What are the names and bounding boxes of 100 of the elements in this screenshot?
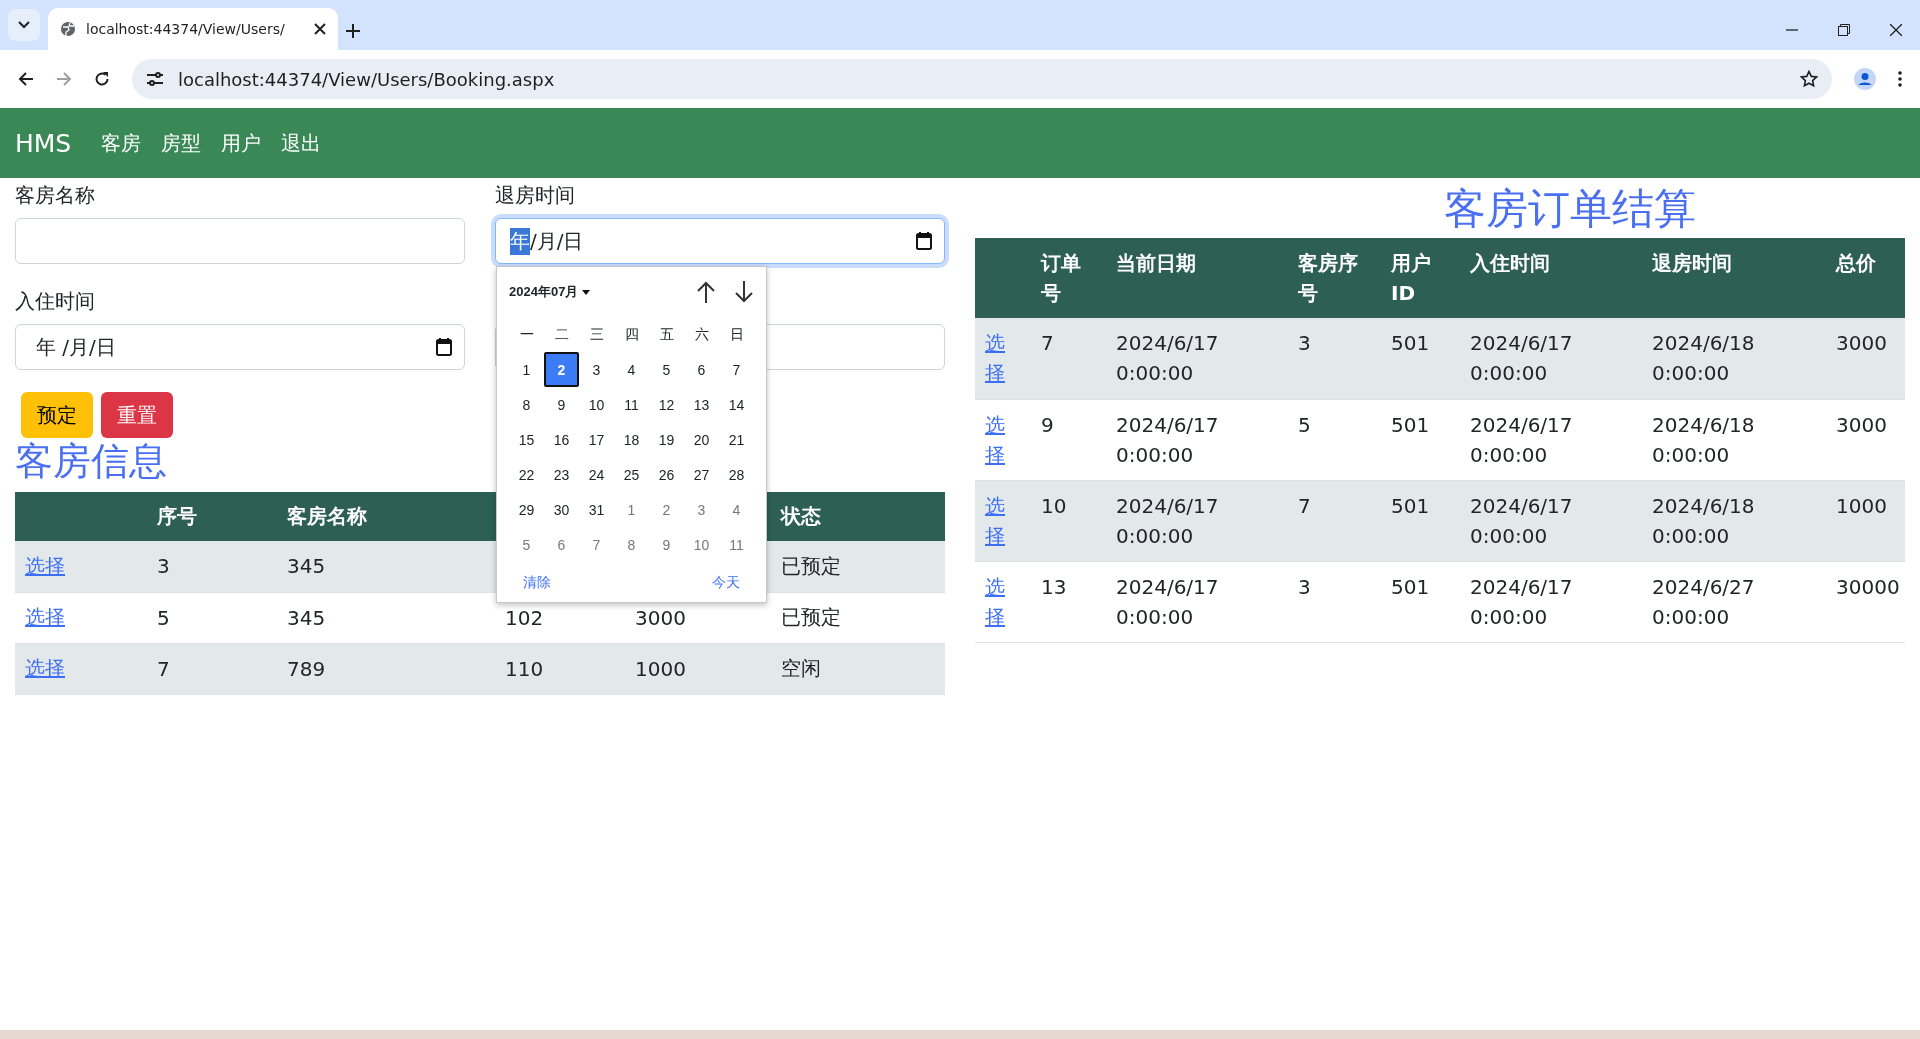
browser-tab[interactable]: localhost:44374/View/Users/ [48,8,338,50]
calendar-icon[interactable] [436,338,452,356]
tab-list-button[interactable] [8,9,40,41]
brand-link[interactable]: HMS [15,128,72,158]
calendar-day[interactable]: 22 [509,457,544,492]
today-link[interactable]: 今天 [712,574,740,592]
calendar-day[interactable]: 5 [509,527,544,562]
calendar-day[interactable]: 19 [649,422,684,457]
calendar-day[interactable]: 12 [649,387,684,422]
table-cell: 2024/6/17 0:00:00 [1106,318,1288,399]
calendar-day[interactable]: 13 [684,387,719,422]
down-arrow-icon[interactable] [734,281,754,303]
close-icon[interactable] [314,23,326,35]
select-link[interactable]: 选择 [25,553,65,578]
date-field[interactable]: 年 /月/日 [15,324,465,370]
table-cell: 345 [277,592,495,643]
calendar-day[interactable]: 31 [579,492,614,527]
up-arrow-icon[interactable] [696,281,716,303]
calendar-day[interactable]: 1 [614,492,649,527]
calendar-day[interactable]: 4 [614,352,649,387]
nav-link[interactable]: 退出 [281,129,322,157]
table-cell: 2024/6/17 0:00:00 [1106,561,1288,642]
table-cell: 345 [277,541,495,592]
site-settings-icon[interactable] [146,71,164,87]
calendar-day[interactable]: 21 [719,422,754,457]
calendar-day[interactable]: 3 [579,352,614,387]
calendar-day[interactable]: 25 [614,457,649,492]
calendar-day[interactable]: 15 [509,422,544,457]
more-icon[interactable] [1898,71,1902,87]
calendar-day[interactable]: 29 [509,492,544,527]
calendar-day[interactable]: 1 [509,352,544,387]
book-button[interactable]: 预定 [21,392,93,438]
address-bar[interactable]: localhost:44374/View/Users/Booking.aspx [132,59,1832,99]
nav-link[interactable]: 客房 [101,129,142,157]
restore-icon[interactable] [1838,24,1850,36]
table-cell: 2024/6/27 0:00:00 [1642,561,1826,642]
calendar-day[interactable]: 27 [684,457,719,492]
table-cell: 7 [147,643,277,694]
calendar-day[interactable]: 10 [579,387,614,422]
new-tab-icon[interactable] [346,24,360,38]
calendar-day[interactable]: 8 [509,387,544,422]
calendar-day[interactable]: 11 [614,387,649,422]
field-label: 客房名称 [15,182,96,209]
url-text: localhost:44374/View/Users/Booking.aspx [178,68,556,90]
select-link[interactable]: 选择 [25,656,65,680]
calendar-day[interactable]: 16 [544,422,579,457]
table-cell: 2024/6/17 0:00:00 [1460,318,1642,399]
table-cell: 7 [1031,318,1106,399]
table-cell: 501 [1381,318,1460,399]
column-header: 总价 [1826,238,1905,318]
calendar-day[interactable]: 18 [614,422,649,457]
calendar-day[interactable]: 3 [684,492,719,527]
calendar-day[interactable]: 7 [579,527,614,562]
table-cell: 110 [495,643,625,694]
calendar-day[interactable]: 14 [719,387,754,422]
column-header: 当前日期 [1106,238,1288,318]
back-icon[interactable] [18,71,34,87]
reload-icon[interactable] [94,71,110,87]
calendar-day[interactable]: 26 [649,457,684,492]
profile-icon[interactable] [1854,68,1876,90]
table-cell: 501 [1381,561,1460,642]
calendar-day[interactable]: 17 [579,422,614,457]
nav-link[interactable]: 房型 [161,129,202,157]
table-cell: 2024/6/18 0:00:00 [1642,480,1826,561]
calendar-day[interactable]: 10 [684,527,719,562]
clear-link[interactable]: 清除 [523,574,551,592]
calendar-day[interactable]: 30 [544,492,579,527]
calendar-day[interactable]: 9 [544,387,579,422]
calendar-day[interactable]: 28 [719,457,754,492]
calendar-day[interactable]: 2 [544,352,579,387]
globe-icon [60,21,76,37]
calendar-day[interactable]: 6 [684,352,719,387]
select-link[interactable]: 选择 [985,409,1019,470]
forward-icon[interactable] [56,71,72,87]
calendar-day[interactable]: 5 [649,352,684,387]
table-cell: 3000 [1826,318,1905,399]
weekday-label: 五 [658,324,675,344]
chevron-down-icon [18,21,30,29]
reset-button[interactable]: 重置 [101,392,173,438]
month-select[interactable]: 2024年07月 [509,283,591,301]
calendar-day[interactable]: 24 [579,457,614,492]
calendar-day[interactable]: 7 [719,352,754,387]
calendar-day[interactable]: 9 [649,527,684,562]
star-icon[interactable] [1800,70,1818,88]
calendar-day[interactable]: 4 [719,492,754,527]
calendar-icon[interactable] [916,232,932,250]
calendar-day[interactable]: 20 [684,422,719,457]
table-cell: 3 [147,541,277,592]
select-link[interactable]: 选择 [985,571,1019,632]
text-field[interactable] [15,218,465,264]
calendar-day[interactable]: 8 [614,527,649,562]
calendar-day[interactable]: 2 [649,492,684,527]
calendar-day[interactable]: 23 [544,457,579,492]
nav-link[interactable]: 用户 [221,129,262,157]
calendar-day[interactable]: 11 [719,527,754,562]
calendar-day[interactable]: 6 [544,527,579,562]
close-icon[interactable] [1890,24,1902,36]
select-link[interactable]: 选择 [25,605,65,629]
field-label: 退房时间 [495,182,576,209]
table-cell: 30000 [1826,561,1905,642]
